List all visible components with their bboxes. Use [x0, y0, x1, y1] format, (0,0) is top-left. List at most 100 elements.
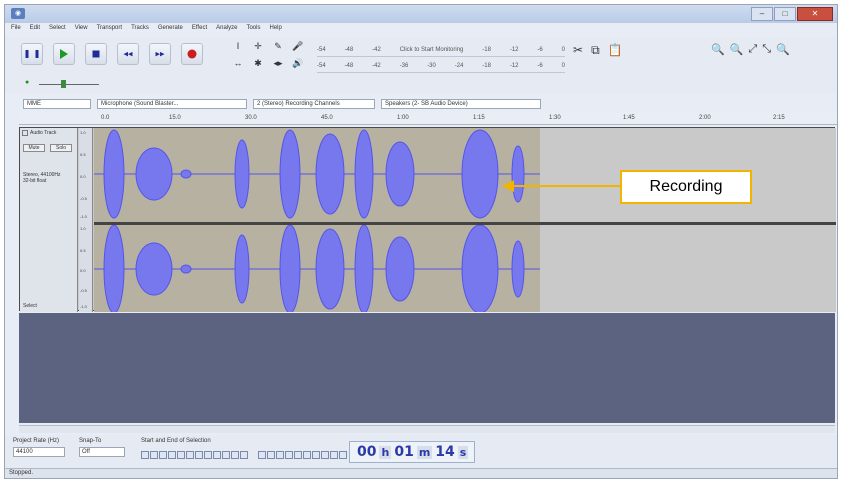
menu-bar: File Edit Select View Transport Tracks G…	[11, 25, 282, 37]
empty-track-space[interactable]	[19, 313, 835, 423]
project-rate-dropdown[interactable]: 44100	[13, 447, 65, 457]
menu-effect[interactable]: Effect	[192, 25, 207, 37]
snap-to-dropdown[interactable]: Off	[79, 447, 125, 457]
waveform-area[interactable]	[94, 128, 836, 312]
callout-label: Recording	[649, 178, 723, 195]
close-button[interactable]: ✕	[797, 7, 833, 21]
meter-label: -18	[482, 46, 491, 53]
audio-position-display[interactable]: 00 h 01 m 14 s	[349, 441, 476, 463]
timeline-tick: 2:00	[699, 115, 711, 121]
minimize-button[interactable]: –	[751, 7, 773, 21]
meter-label: -42	[372, 62, 381, 69]
menu-select[interactable]: Select	[49, 25, 66, 37]
pause-button[interactable]	[21, 43, 43, 65]
timeline-tick: 1:15	[473, 115, 485, 121]
audio-host-dropdown[interactable]: MME	[23, 99, 91, 109]
app-icon: ◉	[11, 8, 25, 19]
fit-selection-icon[interactable]: ⤢	[748, 43, 757, 56]
zoom-toggle-icon[interactable]: 🔍	[776, 43, 790, 56]
timeline-tick: 1:30	[549, 115, 561, 121]
menu-analyze[interactable]: Analyze	[216, 25, 237, 37]
waveform-segment	[511, 240, 525, 298]
device-toolbar: MME Microphone (Sound Blaster... 2 (Ster…	[5, 97, 837, 111]
output-device-dropdown[interactable]: Speakers (2- SB Audio Device)	[381, 99, 541, 109]
selection-format-label[interactable]: Start and End of Selection	[141, 438, 211, 444]
waveform-segment	[385, 141, 415, 207]
cut-icon[interactable]: ✂	[573, 43, 583, 58]
toolbar-area: I ✛ ✎ 🎤 ↔ ✱ ◂▸ 🔊 -54 -48 -42 Click to St…	[5, 37, 837, 93]
start-monitoring-label[interactable]: Click to Start Monitoring	[400, 47, 464, 53]
timeshift-tool-icon[interactable]: ↔	[229, 58, 247, 73]
track-close-button[interactable]	[22, 130, 28, 136]
waveform-segment	[135, 147, 173, 201]
meter-label: -12	[509, 46, 519, 53]
menu-tools[interactable]: Tools	[246, 25, 260, 37]
waveform-segment	[180, 264, 192, 274]
menu-file[interactable]: File	[11, 25, 21, 37]
mic-icon[interactable]: 🎤	[289, 41, 307, 56]
draw-tool-icon[interactable]: ✎	[269, 41, 287, 56]
fit-project-icon[interactable]: ⤡	[762, 43, 771, 56]
track-select-button[interactable]: Select	[23, 303, 37, 309]
menu-generate[interactable]: Generate	[158, 25, 183, 37]
stop-button[interactable]	[85, 43, 107, 65]
minutes-unit: m	[416, 445, 433, 459]
mic-icon: ●	[25, 79, 30, 86]
selection-times[interactable]	[141, 451, 347, 459]
record-button[interactable]	[181, 43, 203, 65]
waveform-segment	[354, 224, 374, 312]
envelope-tool-icon[interactable]: ◂▸	[269, 58, 287, 73]
track-bitdepth: 32-bit float	[23, 178, 47, 184]
playback-meter[interactable]: -54 -48 -42 -36 -30 -24 -18 -12 -6 0	[317, 59, 565, 73]
channels-dropdown[interactable]: 2 (Stereo) Recording Channels	[253, 99, 375, 109]
timeline-tick: 15.0	[169, 115, 181, 121]
menu-edit[interactable]: Edit	[30, 25, 40, 37]
zoom-tool-icon[interactable]: ✱	[249, 58, 267, 73]
meter-label: -48	[344, 46, 354, 53]
speaker-icon[interactable]: 🔊	[289, 58, 307, 73]
copy-icon[interactable]: ⧉	[591, 43, 600, 58]
maximize-button[interactable]: □	[774, 7, 796, 21]
scale-label: 1.0	[80, 226, 86, 231]
scale-label: 0.5	[80, 248, 86, 253]
horizontal-scrollbar[interactable]	[19, 425, 835, 433]
input-device-dropdown[interactable]: Microphone (Sound Blaster...	[97, 99, 247, 109]
waveform-segment	[103, 224, 125, 312]
mute-button[interactable]: Mute	[23, 144, 45, 152]
skip-to-end-button[interactable]	[149, 43, 171, 65]
menu-tracks[interactable]: Tracks	[131, 25, 149, 37]
callout-arrow	[502, 180, 620, 192]
minutes-value: 01	[394, 444, 414, 460]
seconds-value: 14	[435, 444, 455, 460]
multi-tool-icon[interactable]: ✛	[249, 41, 267, 56]
selection-tool-icon[interactable]: I	[229, 41, 247, 56]
scale-label: 0.0	[80, 174, 86, 179]
solo-button[interactable]: Solo	[50, 144, 72, 152]
menu-help[interactable]: Help	[269, 25, 281, 37]
recording-meter[interactable]: -54 -48 -42 Click to Start Monitoring -1…	[317, 43, 565, 57]
channel-divider	[94, 222, 836, 225]
meter-label: -30	[427, 62, 436, 69]
zoom-in-icon[interactable]: 🔍	[711, 43, 725, 56]
stereo-waveform	[94, 129, 540, 312]
scale-label: 0.0	[80, 268, 86, 273]
meter-label: -12	[509, 62, 519, 69]
waveform-segment	[354, 129, 374, 219]
track-name-menu[interactable]: Audio Track	[30, 130, 56, 136]
menu-transport[interactable]: Transport	[97, 25, 122, 37]
paste-icon[interactable]: 📋	[608, 43, 623, 58]
meter-label: -54	[317, 46, 326, 53]
timeline-ruler[interactable]: 0.0 15.0 30.0 45.0 1:00 1:15 1:30 1:45 2…	[19, 113, 837, 125]
skip-to-start-button[interactable]	[117, 43, 139, 65]
project-rate-label: Project Rate (Hz)	[13, 438, 60, 444]
play-button[interactable]	[53, 43, 75, 65]
timeline-tick: 1:00	[397, 115, 409, 121]
zoom-out-icon[interactable]: 🔍	[730, 43, 744, 56]
slider-knob[interactable]	[61, 80, 66, 88]
amplitude-scale: 1.0 0.5 0.0 -0.5 -1.0 1.0 0.5 0.0 -0.5 -…	[79, 128, 93, 312]
waveform-segment	[461, 129, 499, 219]
menu-view[interactable]: View	[75, 25, 88, 37]
waveform-segment	[234, 234, 250, 304]
mic-volume-slider[interactable]: ●	[25, 79, 105, 89]
waveform-segment	[461, 224, 499, 312]
